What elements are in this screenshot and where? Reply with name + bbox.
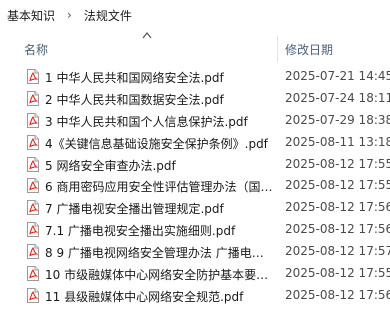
column-header-row: 名称 修改日期 — [0, 36, 390, 62]
pdf-file-icon — [27, 112, 39, 128]
file-name: 6 商用密码应用安全性评估管理办法（国… — [45, 180, 273, 195]
file-modified-date: 2025-07-29 18:38 — [285, 112, 390, 127]
file-modified-date: 2025-08-12 17:56 — [285, 287, 390, 302]
pdf-file-icon — [27, 266, 39, 282]
file-row[interactable]: 7 广播电视安全播出管理规定.pdf 2025-08-12 17:56 — [0, 197, 390, 219]
file-modified-date: 2025-08-12 17:56 — [285, 222, 390, 237]
pdf-file-icon — [27, 134, 39, 150]
file-name: 7 广播电视安全播出管理规定.pdf — [45, 202, 224, 217]
file-modified-date: 2025-08-12 17:56 — [285, 200, 390, 215]
file-modified-date: 2025-07-21 14:45 — [285, 69, 390, 83]
file-list: 1 中华人民共和国网络安全法.pdf 2025-07-21 14:45 2 中华人民… — [0, 66, 390, 307]
pdf-file-icon — [27, 69, 39, 84]
pdf-file-icon — [27, 222, 39, 238]
file-row[interactable]: 11 县级融媒体中心网络安全规范.pdf 2025-08-12 17:56 — [0, 285, 390, 307]
file-row[interactable]: 6 商用密码应用安全性评估管理办法（国… 2025-08-12 17:55 — [0, 175, 390, 197]
file-row[interactable]: 5 网络安全审查办法.pdf 2025-08-12 17:55 — [0, 154, 390, 176]
file-row[interactable]: 4《关键信息基础设施安全保护条例》.pdf 2025-08-11 13:18 — [0, 132, 390, 154]
breadcrumb-root[interactable]: 基本知识 — [5, 7, 57, 24]
file-modified-date: 2025-08-12 17:55 — [285, 156, 390, 171]
file-row[interactable]: 2 中华人民共和国数据安全法.pdf 2025-07-24 18:11 — [0, 88, 390, 110]
column-header-modified[interactable]: 修改日期 — [285, 41, 333, 58]
file-name: 2 中华人民共和国数据安全法.pdf — [45, 92, 224, 107]
file-modified-date: 2025-08-12 17:55 — [285, 266, 390, 281]
file-name: 8 9 广播电视网络安全管理办法 广播电… — [45, 246, 264, 261]
file-row[interactable]: 10 市级融媒体中心网络安全防护基本要… 2025-08-12 17:55 — [0, 263, 390, 285]
file-modified-date: 2025-08-12 17:57 — [285, 244, 390, 259]
file-name: 7.1 广播电视安全播出实施细则.pdf — [45, 224, 236, 239]
file-modified-date: 2025-08-11 13:18 — [285, 134, 390, 149]
file-name: 10 市级融媒体中心网络安全防护基本要… — [45, 268, 269, 283]
pdf-file-icon — [27, 200, 39, 216]
pdf-file-icon — [27, 178, 39, 194]
pdf-file-icon — [27, 156, 39, 172]
file-name: 4《关键信息基础设施安全保护条例》.pdf — [45, 136, 268, 151]
pdf-file-icon — [27, 244, 39, 260]
file-row[interactable]: 1 中华人民共和国网络安全法.pdf 2025-07-21 14:45 — [0, 66, 390, 88]
file-modified-date: 2025-08-12 17:55 — [285, 178, 390, 193]
file-name: 11 县级融媒体中心网络安全规范.pdf — [45, 289, 244, 304]
file-name: 5 网络安全审查办法.pdf — [45, 158, 176, 173]
column-divider[interactable] — [277, 36, 278, 62]
file-row[interactable]: 3 中华人民共和国个人信息保护法.pdf 2025-07-29 18:38 — [0, 110, 390, 132]
column-header-name[interactable]: 名称 — [24, 41, 48, 58]
file-name: 1 中华人民共和国网络安全法.pdf — [45, 71, 224, 85]
pdf-file-icon — [27, 287, 39, 303]
file-name: 3 中华人民共和国个人信息保护法.pdf — [45, 114, 248, 129]
file-row[interactable]: 7.1 广播电视安全播出实施细则.pdf 2025-08-12 17:56 — [0, 219, 390, 241]
pdf-file-icon — [27, 90, 39, 106]
breadcrumb-current[interactable]: 法规文件 — [82, 7, 134, 24]
breadcrumb-separator-icon: › — [67, 8, 72, 22]
file-modified-date: 2025-07-24 18:11 — [285, 90, 390, 105]
file-row[interactable]: 8 9 广播电视网络安全管理办法 广播电… 2025-08-12 17:57 — [0, 241, 390, 263]
breadcrumb: 基本知识 › 法规文件 — [0, 0, 390, 30]
